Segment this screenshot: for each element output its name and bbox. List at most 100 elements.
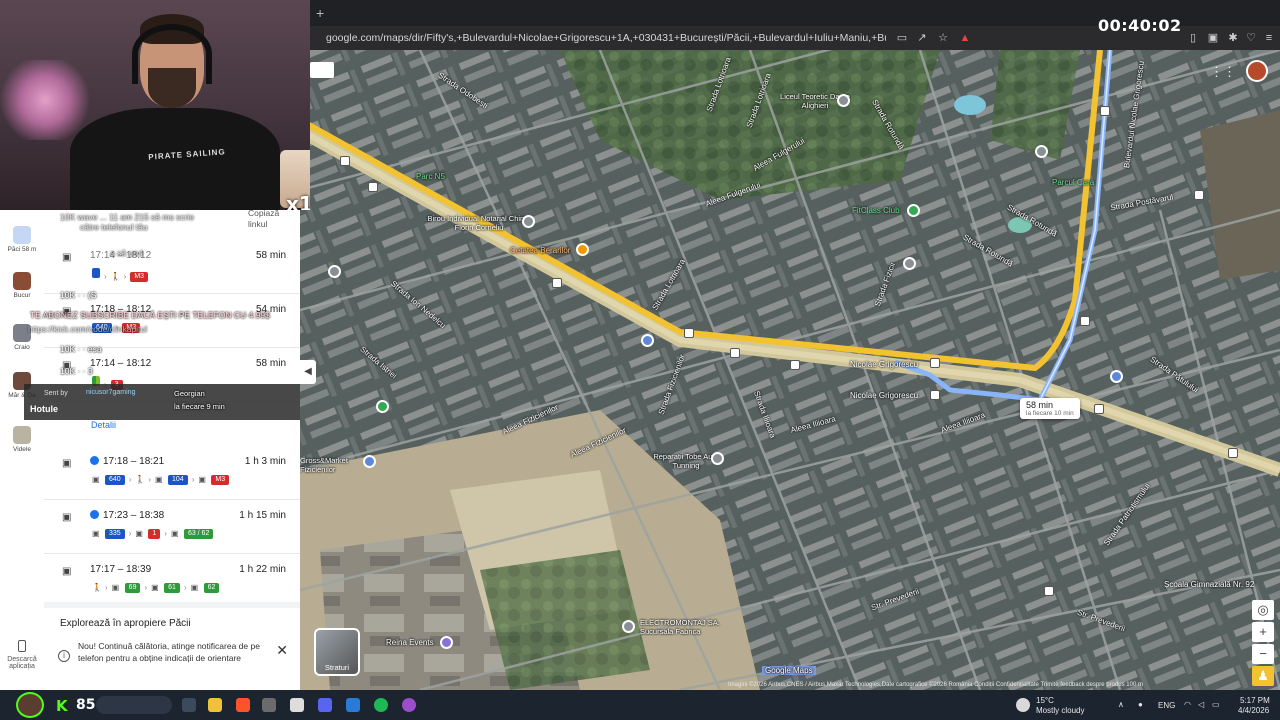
chat-message: către telefonul tău bbox=[80, 222, 148, 232]
extensions-icon[interactable]: ✱ bbox=[1226, 31, 1240, 45]
address-url[interactable]: google.com/maps/dir/Fifty's,+Bulevardul+… bbox=[326, 32, 886, 44]
app-icon[interactable] bbox=[346, 698, 360, 712]
park-pin-icon[interactable] bbox=[376, 400, 389, 413]
close-icon[interactable]: ✕ bbox=[276, 642, 288, 659]
chat-message: a să urul bbox=[110, 248, 143, 258]
map-zoom-controls: ◎ + − ♟ bbox=[1252, 600, 1274, 688]
brave-browser-icon[interactable] bbox=[236, 698, 250, 712]
layers-button[interactable]: Straturi bbox=[314, 628, 360, 676]
metro-stop-icon[interactable] bbox=[930, 390, 940, 400]
chat-message: https://kick.com/code/clinkapitul bbox=[28, 324, 148, 334]
weather-text[interactable]: Mostly cloudy bbox=[1036, 706, 1084, 715]
discord-icon[interactable] bbox=[318, 698, 332, 712]
bookmark-icon[interactable]: ☆ bbox=[936, 31, 950, 45]
bus-stop-icon[interactable] bbox=[1094, 404, 1104, 414]
task-view-icon[interactable] bbox=[182, 698, 196, 712]
map-control-button[interactable] bbox=[310, 62, 334, 78]
map-label: Nicolae Grigorescu bbox=[850, 360, 919, 369]
sender-name: nicusor7gaming bbox=[86, 389, 136, 396]
screen-icon[interactable]: ▭ bbox=[895, 31, 909, 45]
layers-label: Straturi bbox=[324, 663, 350, 672]
factory-pin-icon[interactable] bbox=[622, 620, 635, 633]
satellite-map[interactable]: Strada Odobești Strada Lotrioara Strada … bbox=[300, 50, 1280, 690]
mic-icon[interactable]: ● bbox=[1138, 700, 1143, 709]
download-label: Descarcă aplicația bbox=[7, 656, 37, 670]
route-duration: 1 h 22 min bbox=[239, 564, 286, 575]
chat-message: la fiecare 9 min bbox=[174, 402, 225, 411]
events-pin-icon[interactable] bbox=[440, 636, 453, 649]
app-icon[interactable] bbox=[262, 698, 276, 712]
stream-timer: 00:40:02 bbox=[1098, 16, 1182, 35]
wallet-icon[interactable]: ▣ bbox=[1206, 31, 1220, 45]
bus-stop-icon[interactable] bbox=[1194, 190, 1204, 200]
restaurant-pin-icon[interactable] bbox=[576, 243, 589, 256]
route-frequency: la fiecare 10 min bbox=[1026, 410, 1074, 417]
account-avatar[interactable] bbox=[1246, 60, 1268, 82]
bus-stop-icon[interactable] bbox=[730, 348, 740, 358]
spotify-icon[interactable] bbox=[374, 698, 388, 712]
profile-icon[interactable]: ♡ bbox=[1244, 31, 1258, 45]
collapse-panel-button[interactable]: ◀ bbox=[300, 360, 316, 384]
bus-stop-icon[interactable] bbox=[684, 328, 694, 338]
zoom-out-button[interactable]: − bbox=[1252, 644, 1274, 664]
route-option[interactable]: ▣ 17:17 – 18:39 1 h 22 min 🚶 › ▣ 69 › ▣ 61 › ▣ 62 bbox=[44, 554, 300, 608]
place-pin-icon[interactable] bbox=[328, 265, 341, 278]
transit-pin-icon[interactable] bbox=[641, 334, 654, 347]
bus-stop-icon[interactable] bbox=[368, 182, 378, 192]
place-pin-icon[interactable] bbox=[1035, 145, 1048, 158]
school-pin-icon[interactable] bbox=[837, 94, 850, 107]
language-indicator[interactable]: ENG bbox=[1158, 701, 1175, 710]
line-chip: 1 bbox=[148, 529, 161, 539]
notepad-icon[interactable] bbox=[290, 698, 304, 712]
zoom-in-button[interactable]: + bbox=[1252, 622, 1274, 642]
route-option[interactable]: ▣ 17:18 – 18:21 1 h 3 min ▣ 640 › 🚶 › ▣ 104 › ▣ M… bbox=[44, 446, 300, 500]
google-maps-label: Google Maps bbox=[762, 666, 816, 675]
pegman-icon[interactable]: ♟ bbox=[1252, 666, 1274, 686]
my-location-icon[interactable]: ◎ bbox=[1252, 600, 1274, 620]
route-duration: 58 min bbox=[1026, 400, 1054, 410]
notary-pin-icon[interactable] bbox=[522, 215, 535, 228]
brave-shield-icon[interactable]: ▲ bbox=[958, 31, 972, 45]
obs-icon[interactable] bbox=[402, 698, 416, 712]
shop-pin-icon[interactable] bbox=[363, 455, 376, 468]
auto-service-pin-icon[interactable] bbox=[711, 452, 724, 465]
line-chip: 69 bbox=[124, 583, 141, 593]
weather-temp[interactable]: 15°C bbox=[1036, 696, 1054, 705]
battery-icon[interactable]: ▭ bbox=[1212, 700, 1220, 709]
clock-time[interactable]: 5:17 PM bbox=[1240, 696, 1270, 705]
route-legs: ▣ 335 › ▣ 1 › ▣ 63 / 62 bbox=[90, 528, 215, 540]
webcam-feed: PIRATE SAILING x17 bbox=[0, 0, 310, 210]
volume-icon[interactable]: ◁ bbox=[1198, 700, 1204, 709]
bus-stop-icon[interactable] bbox=[552, 278, 562, 288]
bus-stop-icon[interactable] bbox=[1228, 448, 1238, 458]
transit-pin-icon[interactable] bbox=[1110, 370, 1123, 383]
sent-by-label: Sent by bbox=[44, 390, 68, 397]
sidebar-item-videle[interactable]: Videle bbox=[4, 426, 40, 453]
gym-pin-icon[interactable] bbox=[907, 204, 920, 217]
tray-chevron-icon[interactable]: ∧ bbox=[1118, 700, 1124, 709]
share-icon[interactable]: ↗ bbox=[915, 31, 929, 45]
route-option[interactable]: ▣ 17:23 – 18:38 1 h 15 min ▣ 335 › ▣ 1 › ▣ 63 /… bbox=[44, 500, 300, 554]
download-app-button[interactable]: Descarcă aplicația bbox=[0, 640, 44, 670]
taskbar-search[interactable] bbox=[96, 696, 172, 714]
bus-stop-icon[interactable] bbox=[1080, 316, 1090, 326]
wifi-icon[interactable]: ◠ bbox=[1184, 700, 1191, 709]
bus-stop-icon[interactable] bbox=[1100, 106, 1110, 116]
line-chip: 62 bbox=[203, 583, 220, 593]
sidebar-toggle-icon[interactable]: ▯ bbox=[1186, 31, 1200, 45]
bus-stop-icon[interactable] bbox=[790, 360, 800, 370]
place-pin-icon[interactable] bbox=[903, 257, 916, 270]
file-explorer-icon[interactable] bbox=[208, 698, 222, 712]
map-label: Parc N5 bbox=[416, 172, 445, 181]
line-chip: 63 / 62 bbox=[183, 529, 214, 539]
metro-stop-icon[interactable] bbox=[930, 358, 940, 368]
route-legs: ▣ 640 › 🚶 › ▣ 104 › ▣ M3 bbox=[90, 474, 231, 486]
route-duration-callout[interactable]: 58 min la fiecare 10 min bbox=[1020, 398, 1080, 419]
line-chip: 61 bbox=[164, 583, 180, 593]
clock-date[interactable]: 4/4/2026 bbox=[1238, 706, 1269, 715]
new-tab-button[interactable]: + bbox=[316, 5, 324, 21]
google-apps-icon[interactable]: ⋮⋮ bbox=[1210, 64, 1236, 80]
bus-stop-icon[interactable] bbox=[1044, 586, 1054, 596]
menu-icon[interactable]: ≡ bbox=[1262, 31, 1276, 45]
bus-stop-icon[interactable] bbox=[340, 156, 350, 166]
